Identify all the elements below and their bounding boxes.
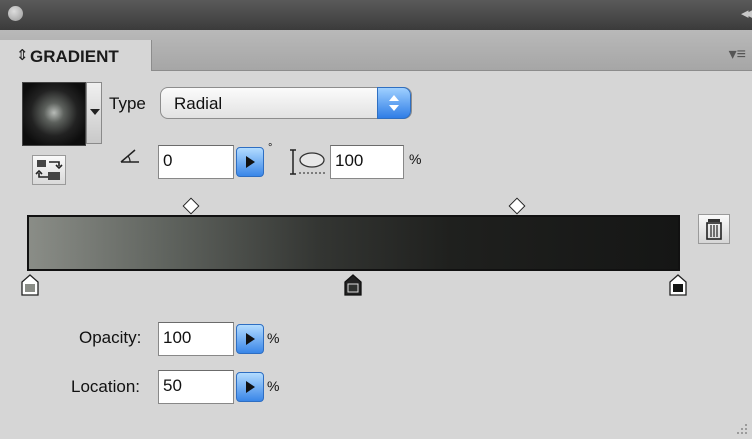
aspect-ratio-unit: % <box>409 151 422 167</box>
trash-icon <box>706 219 722 240</box>
color-stop-start[interactable] <box>21 274 39 296</box>
delete-stop-button[interactable] <box>698 214 730 244</box>
gradient-midpoint-diamond[interactable] <box>182 197 200 215</box>
opacity-unit: % <box>267 330 280 346</box>
location-input[interactable]: 50 <box>158 370 234 404</box>
angle-unit: ° <box>268 142 273 154</box>
updown-arrows-icon: ⇕ <box>16 47 29 64</box>
color-stop-middle[interactable] <box>344 274 362 296</box>
aspect-ratio-value: 100 <box>335 151 364 170</box>
panel-menu-icon[interactable]: ▾≡ <box>729 44 746 64</box>
type-select-value: Radial <box>174 94 223 113</box>
type-label: Type <box>109 94 146 113</box>
panel-titlebar: ◂◂ <box>0 0 752 30</box>
angle-icon <box>120 149 139 163</box>
tab-title: GRADIENT <box>30 47 119 66</box>
tab-gradient[interactable]: ⇕ GRADIENT <box>0 40 152 71</box>
location-unit: % <box>267 378 280 394</box>
panel-tabstrip: ⇕ GRADIENT ▾≡ <box>0 30 752 71</box>
reverse-gradient-icon <box>35 160 63 180</box>
color-stop-end[interactable] <box>669 274 687 296</box>
opacity-value: 100 <box>163 328 192 347</box>
location-label: Location: <box>71 377 140 396</box>
location-value: 50 <box>163 376 182 395</box>
type-select[interactable]: Radial <box>160 87 412 119</box>
swatch-dropdown-button[interactable] <box>86 82 102 144</box>
resize-grip-icon[interactable] <box>734 421 748 435</box>
select-arrows-icon[interactable] <box>377 87 411 119</box>
opacity-label: Opacity: <box>79 328 142 347</box>
location-stepper-button[interactable] <box>236 372 264 402</box>
opacity-stepper-button[interactable] <box>236 324 264 354</box>
gradient-slider[interactable] <box>27 215 680 271</box>
angle-input[interactable]: 0 <box>158 145 234 179</box>
double-chevron-right-icon[interactable]: ◂◂ <box>741 4 752 22</box>
opacity-input[interactable]: 100 <box>158 322 234 356</box>
reverse-gradient-button[interactable] <box>32 155 66 185</box>
gradient-midpoint-diamond[interactable] <box>508 197 526 215</box>
angle-stepper-button[interactable] <box>236 147 264 177</box>
aspect-ratio-input[interactable]: 100 <box>330 145 404 179</box>
angle-value: 0 <box>163 151 173 170</box>
close-circle-icon[interactable] <box>8 6 23 21</box>
gradient-swatch[interactable] <box>22 82 86 146</box>
aspect-ratio-icon <box>290 149 325 175</box>
